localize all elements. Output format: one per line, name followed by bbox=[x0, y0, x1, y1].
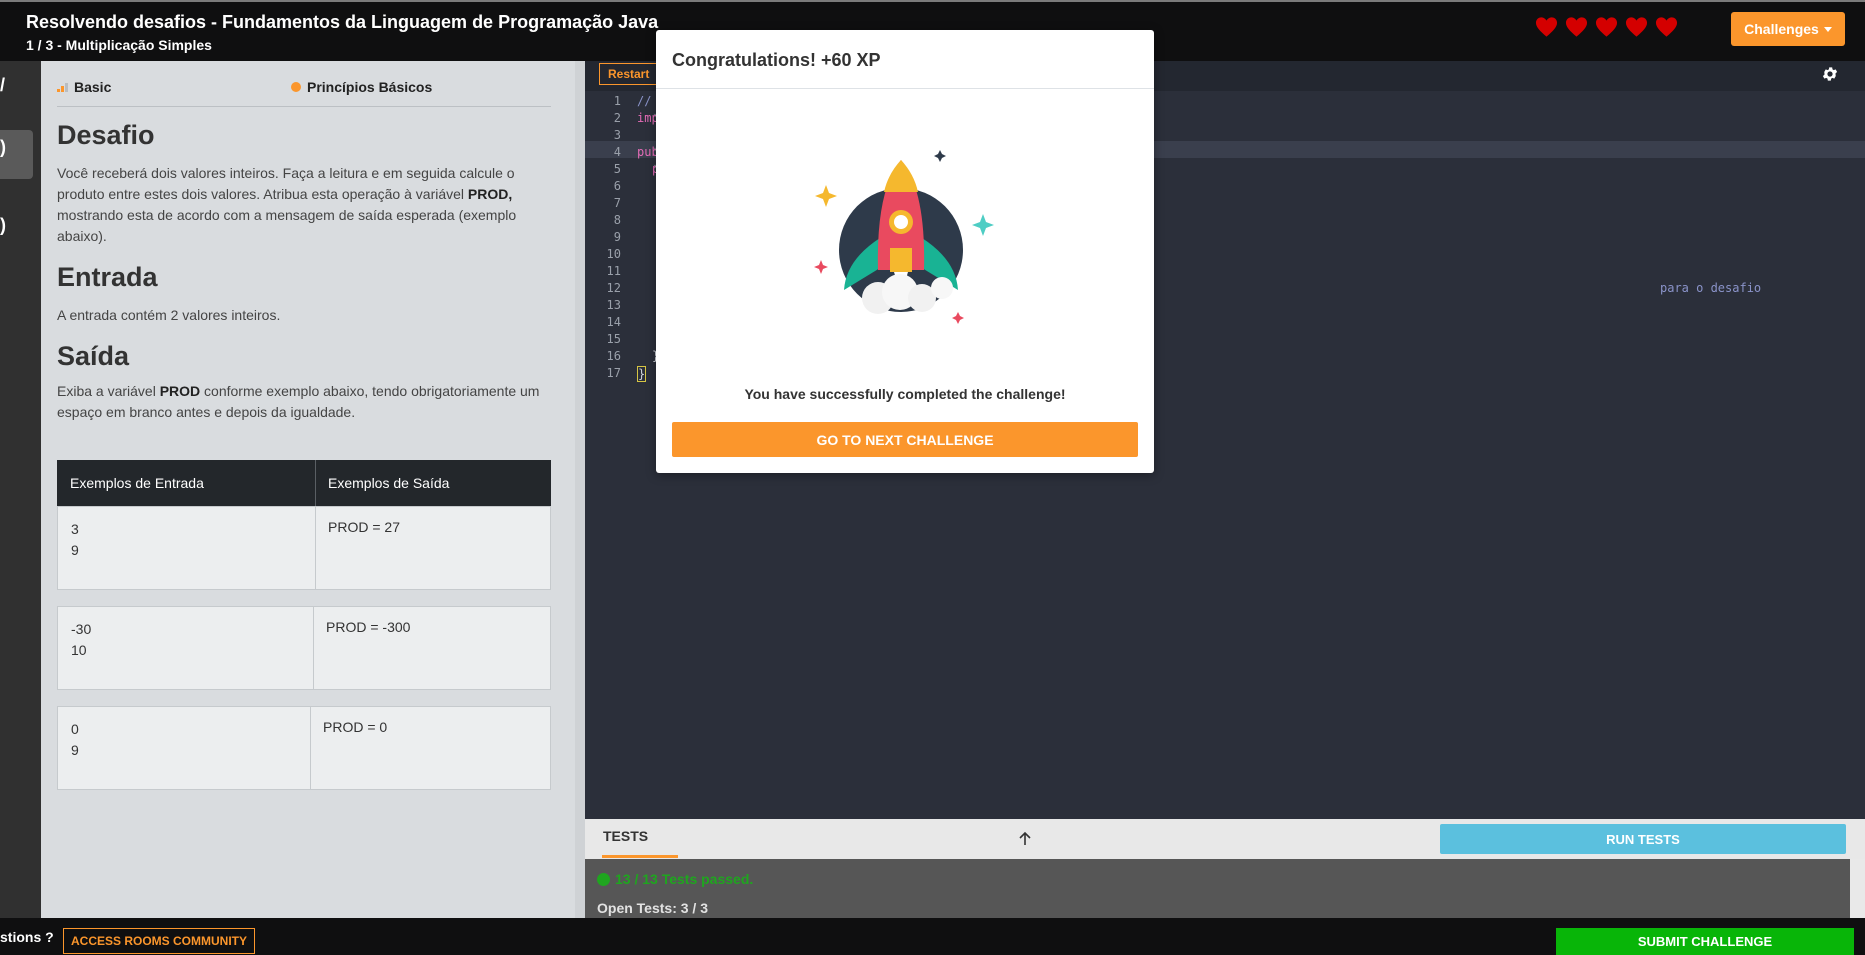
level-label: Basic bbox=[74, 79, 112, 95]
example-input: -30 10 bbox=[71, 621, 92, 658]
tab-tests[interactable]: TESTS bbox=[603, 828, 648, 844]
level-bars-icon bbox=[57, 82, 68, 92]
examples-input-header: Exemplos de Entrada bbox=[70, 475, 204, 491]
gear-icon[interactable] bbox=[1821, 65, 1839, 83]
desafio-heading: Desafio bbox=[57, 120, 155, 150]
submit-challenge-button[interactable]: SUBMIT CHALLENGE bbox=[1556, 928, 1854, 955]
modal-message: You have successfully completed the chal… bbox=[744, 386, 1066, 402]
example-row: 3 9 PROD = 27 bbox=[57, 506, 551, 590]
open-tests-count: Open Tests: 3 / 3 bbox=[597, 900, 708, 916]
rail-item-glyph[interactable]: / bbox=[0, 75, 5, 96]
topic-label: Princípios Básicos bbox=[307, 79, 433, 95]
line-number: 16 bbox=[606, 349, 621, 363]
next-challenge-button[interactable]: GO TO NEXT CHALLENGE bbox=[672, 422, 1138, 457]
challenge-meta: Basic Princípios Básicos bbox=[57, 70, 551, 107]
challenges-label: Challenges bbox=[1744, 21, 1819, 37]
tests-passed-text: 13 / 13 Tests passed. bbox=[615, 871, 754, 887]
rail-item-glyph[interactable]: ) bbox=[0, 137, 6, 158]
caret-down-icon bbox=[1823, 26, 1832, 32]
line-number: 3 bbox=[613, 128, 621, 142]
modal-title: Congratulations! +60 XP bbox=[672, 50, 881, 70]
example-output: PROD = -300 bbox=[326, 619, 411, 635]
description-scrollbar[interactable] bbox=[575, 61, 585, 918]
footer-bar: stions ? ACCESS ROOMS COMMUNITY SUBMIT C… bbox=[0, 918, 1865, 955]
questions-text: stions ? bbox=[0, 929, 54, 945]
saida-text: Exiba a variável PROD conforme exemplo a… bbox=[57, 383, 540, 420]
challenge-description-panel: Basic Princípios Básicos Desafio Você re… bbox=[41, 61, 575, 918]
example-row: -30 10 PROD = -300 bbox=[57, 606, 551, 690]
line-number: 13 bbox=[606, 298, 621, 312]
tab-active-indicator bbox=[602, 855, 678, 858]
example-input: 3 9 bbox=[71, 521, 79, 558]
line-number: 2 bbox=[613, 111, 621, 125]
line-number: 7 bbox=[613, 196, 621, 210]
code-comment: // bbox=[637, 94, 652, 108]
challenges-dropdown-button[interactable]: Challenges bbox=[1731, 12, 1845, 46]
rocket-illustration-icon bbox=[814, 150, 994, 324]
entrada-text: A entrada contém 2 valores inteiros. bbox=[57, 307, 281, 323]
line-number: 10 bbox=[606, 247, 621, 261]
heart-icon bbox=[1535, 17, 1558, 37]
tests-passed-status: 13 / 13 Tests passed. bbox=[597, 871, 753, 887]
heart-icon bbox=[1595, 17, 1618, 37]
level-badge: Basic bbox=[57, 79, 111, 95]
restart-button[interactable]: Restart bbox=[599, 63, 659, 85]
left-rail: / ) ) bbox=[0, 61, 41, 918]
heart-icon bbox=[1655, 17, 1678, 37]
code-brace: } bbox=[637, 366, 647, 382]
line-number: 4 bbox=[613, 145, 621, 159]
examples-table-header: Exemplos de Entrada Exemplos de Saída bbox=[57, 460, 551, 506]
line-number: 15 bbox=[606, 332, 621, 346]
line-number: 1 bbox=[613, 94, 621, 108]
line-number: 12 bbox=[606, 281, 621, 295]
line-number: 5 bbox=[613, 162, 621, 176]
line-number: 17 bbox=[606, 366, 621, 380]
line-number-gutter: 1 2 3 4 5 6 7 8 9 10 11 12 13 14 15 16 1… bbox=[585, 91, 658, 819]
lives-hearts bbox=[1535, 16, 1678, 38]
example-output: PROD = 0 bbox=[323, 719, 388, 735]
example-input: 0 9 bbox=[71, 721, 79, 758]
line-number: 11 bbox=[606, 264, 621, 278]
rail-item-glyph[interactable]: ) bbox=[0, 215, 6, 236]
tests-output: 13 / 13 Tests passed. Open Tests: 3 / 3 bbox=[585, 859, 1850, 918]
line-number: 6 bbox=[613, 179, 621, 193]
example-output: PROD = 27 bbox=[328, 519, 400, 535]
arrow-up-icon[interactable] bbox=[1017, 831, 1033, 847]
saida-heading: Saída bbox=[57, 341, 130, 371]
line-number: 9 bbox=[613, 230, 621, 244]
example-row: 0 9 PROD = 0 bbox=[57, 706, 551, 790]
heart-icon bbox=[1625, 17, 1648, 37]
topic-dot-icon bbox=[291, 82, 301, 92]
access-community-button[interactable]: ACCESS ROOMS COMMUNITY bbox=[63, 928, 255, 954]
line-number: 8 bbox=[613, 213, 621, 227]
tests-bar: TESTS RUN TESTS bbox=[585, 819, 1865, 859]
entrada-heading: Entrada bbox=[57, 262, 158, 292]
desafio-text: Você receberá dois valores inteiros. Faç… bbox=[57, 165, 517, 244]
course-title: Resolvendo desafios - Fundamentos da Lin… bbox=[26, 12, 659, 32]
topic-badge: Princípios Básicos bbox=[291, 79, 432, 95]
challenge-subtitle: 1 / 3 - Multiplicação Simples bbox=[26, 37, 212, 53]
heart-icon bbox=[1565, 17, 1588, 37]
examples-output-header: Exemplos de Saída bbox=[328, 475, 450, 491]
run-tests-button[interactable]: RUN TESTS bbox=[1440, 824, 1846, 854]
check-circle-icon bbox=[597, 872, 610, 886]
congratulations-modal: Congratulations! +60 XP You have success… bbox=[656, 30, 1154, 473]
code-comment: para o desafio bbox=[1660, 281, 1762, 295]
tests-scrollbar[interactable] bbox=[1850, 859, 1865, 918]
line-number: 14 bbox=[606, 315, 621, 329]
